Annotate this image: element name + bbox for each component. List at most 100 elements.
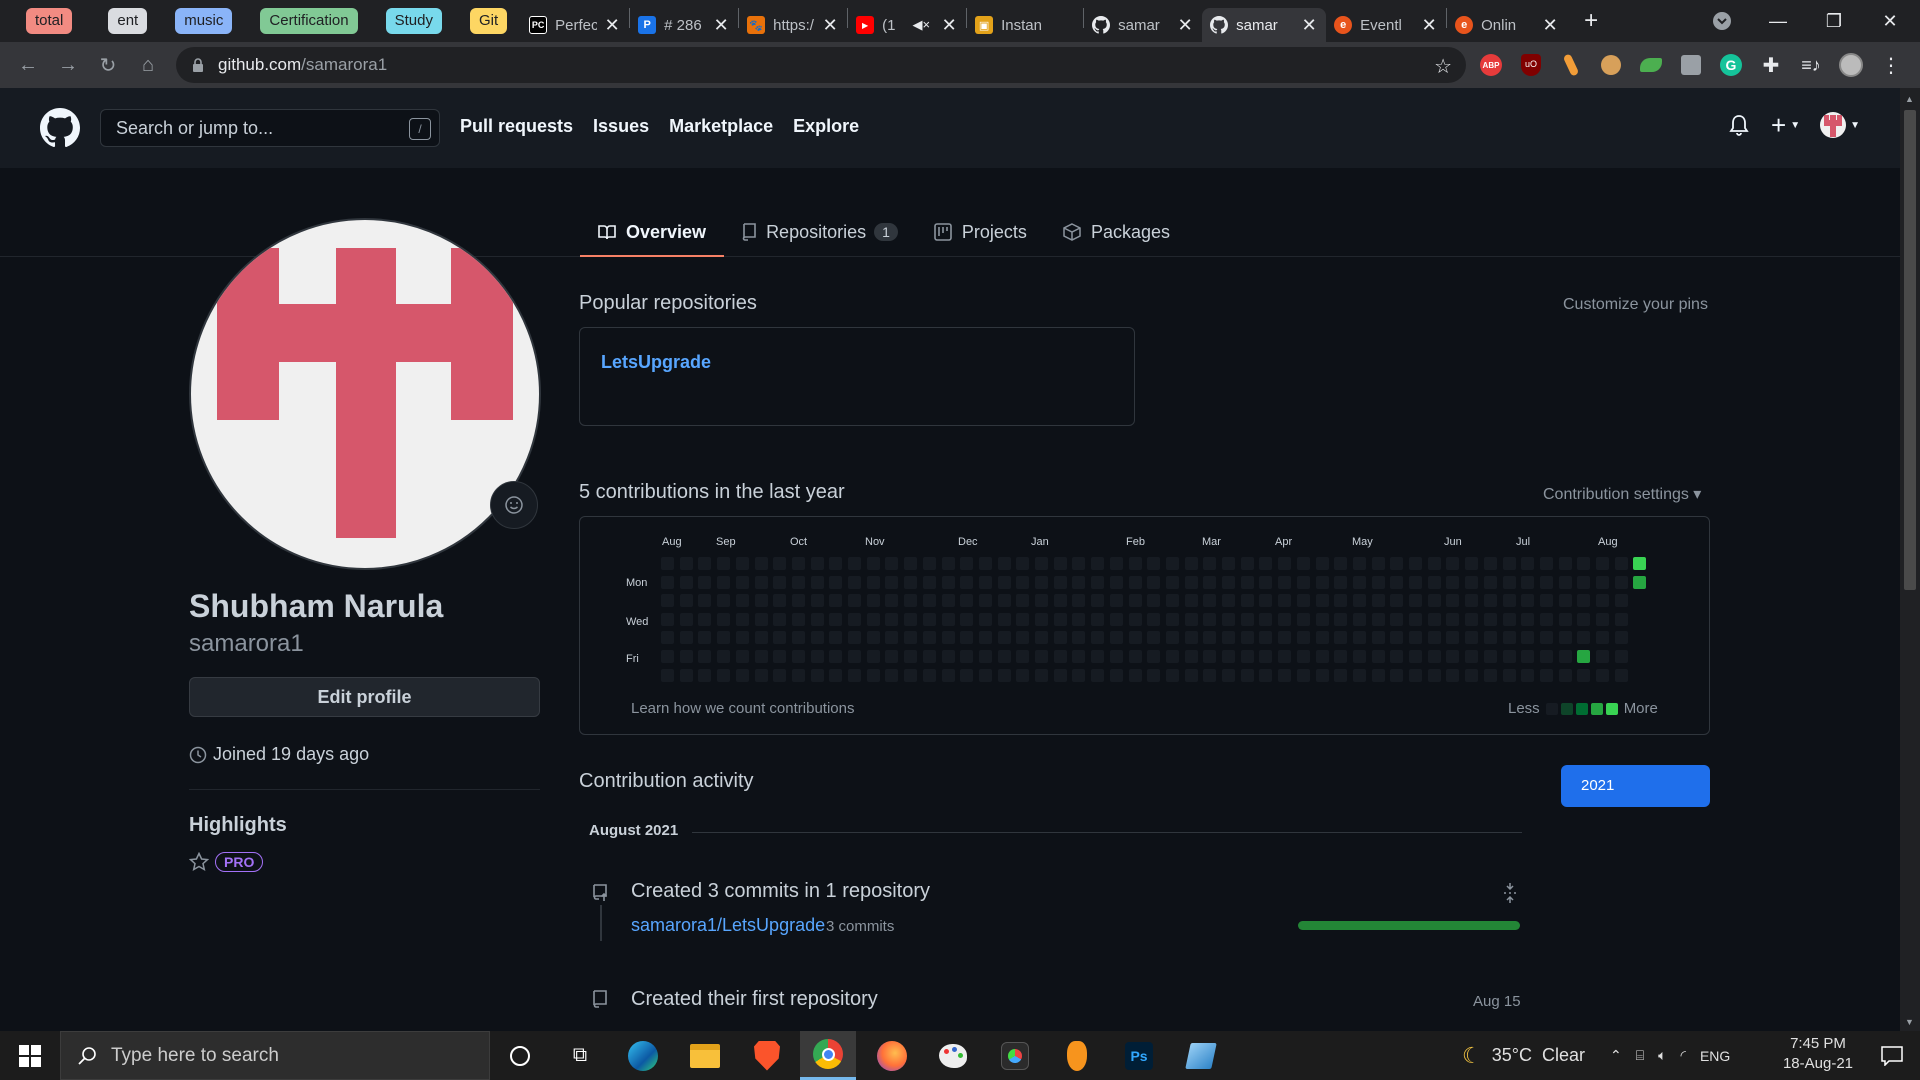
contribution-day-cell[interactable] bbox=[1109, 631, 1123, 645]
contribution-day-cell[interactable] bbox=[1539, 575, 1553, 589]
taskbar-brave[interactable] bbox=[739, 1031, 795, 1080]
contribution-day-cell[interactable] bbox=[679, 631, 693, 645]
contribution-day-cell[interactable] bbox=[960, 612, 974, 626]
contribution-day-cell[interactable] bbox=[941, 668, 955, 682]
contribution-day-cell[interactable] bbox=[1614, 575, 1628, 589]
contribution-day-cell[interactable] bbox=[922, 668, 936, 682]
contribution-day-cell[interactable] bbox=[1521, 612, 1535, 626]
contribution-day-cell[interactable] bbox=[1409, 557, 1422, 570]
contribution-day-cell[interactable] bbox=[1035, 557, 1048, 570]
contribution-settings-dropdown[interactable]: Contribution settings ▾ bbox=[1543, 484, 1701, 504]
contribution-day-cell[interactable] bbox=[1184, 575, 1198, 589]
contribution-day-cell[interactable] bbox=[1240, 631, 1254, 645]
contribution-day-cell[interactable] bbox=[885, 575, 899, 589]
contribution-day-cell[interactable] bbox=[1577, 575, 1591, 589]
contribution-day-cell[interactable] bbox=[866, 594, 880, 608]
create-new-menu[interactable]: + ▼ bbox=[1771, 112, 1800, 138]
contribution-day-cell[interactable] bbox=[866, 631, 880, 645]
contribution-day-cell[interactable] bbox=[1109, 575, 1123, 589]
contribution-day-cell[interactable] bbox=[1147, 631, 1161, 645]
contribution-day-cell[interactable] bbox=[1483, 575, 1497, 589]
contribution-day-cell[interactable] bbox=[960, 668, 974, 682]
contribution-day-cell[interactable] bbox=[960, 557, 974, 570]
contribution-day-cell[interactable] bbox=[997, 575, 1011, 589]
contribution-day-cell[interactable] bbox=[1278, 557, 1292, 570]
nav-pull-requests[interactable]: Pull requests bbox=[460, 116, 573, 137]
contribution-day-cell[interactable] bbox=[904, 612, 918, 626]
contribution-day-cell[interactable] bbox=[941, 557, 955, 570]
contribution-day-cell[interactable] bbox=[1596, 631, 1609, 645]
contribution-day-cell[interactable] bbox=[1016, 650, 1030, 663]
contribution-day-cell[interactable] bbox=[1296, 575, 1310, 589]
tab-group-ent[interactable]: ent bbox=[108, 8, 148, 34]
contribution-day-cell[interactable] bbox=[1315, 650, 1329, 663]
contribution-day-cell[interactable] bbox=[1091, 631, 1105, 645]
contribution-day-cell[interactable] bbox=[735, 575, 749, 589]
contribution-day-cell[interactable] bbox=[1539, 650, 1553, 663]
contribution-day-cell[interactable] bbox=[1072, 612, 1086, 626]
tab-paw[interactable]: 🐾 https:/ ✕ bbox=[739, 8, 847, 42]
contribution-day-cell[interactable] bbox=[922, 650, 936, 663]
contribution-day-cell[interactable] bbox=[1147, 557, 1161, 570]
contribution-day-cell[interactable] bbox=[941, 612, 955, 626]
contribution-day-cell[interactable] bbox=[1483, 594, 1497, 608]
contribution-day-cell[interactable] bbox=[791, 631, 805, 645]
contribution-day-cell[interactable] bbox=[1053, 612, 1067, 626]
contribution-day-cell[interactable] bbox=[735, 594, 749, 608]
contribution-day-cell[interactable] bbox=[941, 631, 955, 645]
contribution-day-cell[interactable] bbox=[679, 557, 693, 570]
contribution-day-cell[interactable] bbox=[773, 668, 787, 682]
github-search-input[interactable]: Search or jump to... / bbox=[100, 109, 440, 147]
contribution-day-cell[interactable] bbox=[1446, 650, 1460, 663]
contribution-day-cell[interactable] bbox=[1614, 650, 1628, 663]
contribution-day-cell[interactable] bbox=[1352, 650, 1366, 663]
contribution-day-cell[interactable] bbox=[885, 631, 899, 645]
contribution-day-cell[interactable] bbox=[698, 650, 712, 663]
contribution-day-cell[interactable] bbox=[773, 650, 787, 663]
contribution-day-cell[interactable] bbox=[1296, 557, 1310, 570]
contribution-day-cell[interactable] bbox=[1465, 668, 1479, 682]
contribution-day-cell[interactable] bbox=[1053, 631, 1067, 645]
scroll-up-arrow[interactable]: ▲ bbox=[1905, 94, 1914, 104]
contribution-day-cell[interactable] bbox=[679, 650, 693, 663]
contribution-day-cell[interactable] bbox=[1539, 557, 1553, 570]
contribution-day-cell[interactable] bbox=[1016, 575, 1030, 589]
contribution-day-cell[interactable] bbox=[698, 612, 712, 626]
contribution-day-cell[interactable] bbox=[1091, 668, 1105, 682]
contribution-day-cell[interactable] bbox=[829, 668, 843, 682]
contribution-day-cell[interactable] bbox=[997, 631, 1011, 645]
contribution-day-cell[interactable] bbox=[1521, 594, 1535, 608]
contribution-day-cell[interactable] bbox=[661, 631, 674, 645]
contribution-day-cell[interactable] bbox=[978, 594, 992, 608]
customize-pins-link[interactable]: Customize your pins bbox=[1563, 296, 1708, 314]
contribution-day-cell[interactable] bbox=[1521, 668, 1535, 682]
contribution-day-cell[interactable] bbox=[866, 612, 880, 626]
contribution-day-cell[interactable] bbox=[1409, 650, 1422, 663]
contribution-day-cell[interactable] bbox=[1577, 612, 1591, 626]
contribution-day-cell[interactable] bbox=[1259, 612, 1273, 626]
contribution-day-cell[interactable] bbox=[1165, 631, 1179, 645]
contribution-day-cell[interactable] bbox=[997, 557, 1011, 570]
contribution-day-cell[interactable] bbox=[679, 668, 693, 682]
contribution-day-cell[interactable] bbox=[1184, 650, 1198, 663]
contribution-day-cell[interactable] bbox=[810, 594, 824, 608]
weather-widget[interactable]: ☾ 35°C Clear bbox=[1462, 1031, 1585, 1080]
contribution-day-cell[interactable] bbox=[1521, 557, 1535, 570]
close-icon[interactable]: ✕ bbox=[603, 15, 621, 36]
contribution-day-cell[interactable] bbox=[885, 594, 899, 608]
contribution-day-cell[interactable] bbox=[1352, 668, 1366, 682]
contribution-day-cell[interactable] bbox=[1521, 631, 1535, 645]
contribution-day-cell[interactable] bbox=[810, 631, 824, 645]
contribution-day-cell[interactable] bbox=[1203, 631, 1217, 645]
contribution-day-cell[interactable] bbox=[1465, 612, 1479, 626]
contribution-day-cell[interactable] bbox=[773, 612, 787, 626]
close-icon[interactable]: ✕ bbox=[1300, 15, 1318, 36]
contribution-day-cell[interactable] bbox=[1296, 631, 1310, 645]
contribution-day-cell[interactable] bbox=[1016, 612, 1030, 626]
speaker-mute-icon[interactable]: ◀× bbox=[913, 17, 931, 33]
contribution-day-cell[interactable] bbox=[997, 594, 1011, 608]
contribution-day-cell[interactable] bbox=[1016, 594, 1030, 608]
chevron-up-icon[interactable]: ⌃ bbox=[1610, 1047, 1622, 1064]
contribution-day-cell[interactable] bbox=[1558, 557, 1572, 570]
contribution-day-cell[interactable] bbox=[1072, 575, 1086, 589]
